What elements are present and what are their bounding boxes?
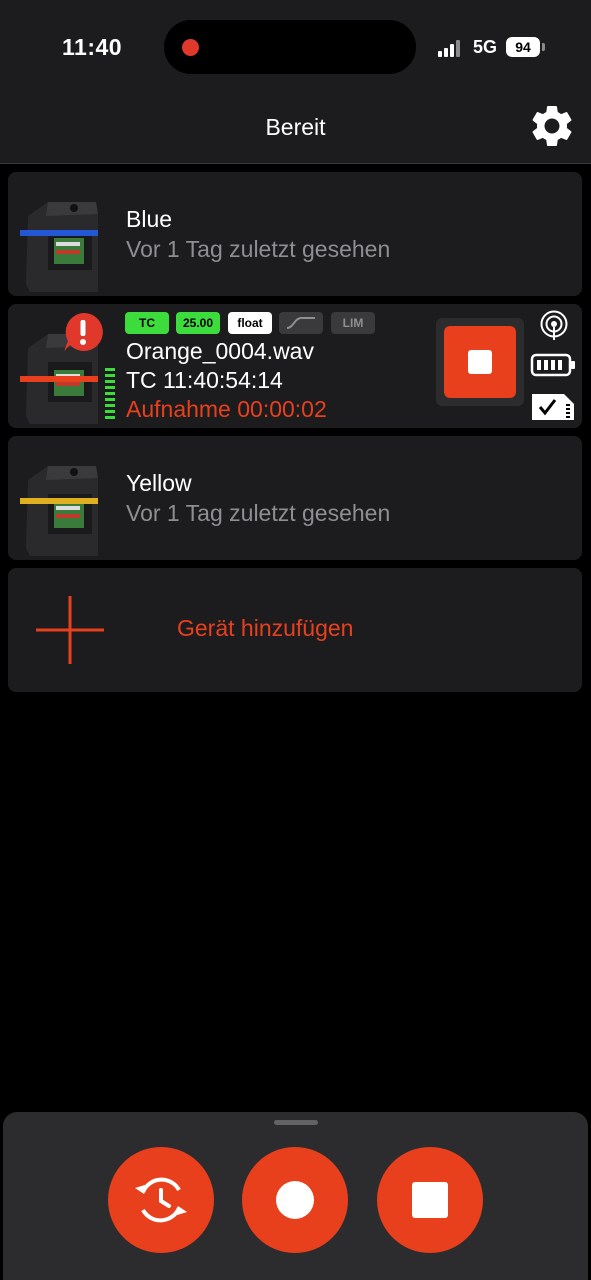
recording-indicator-icon <box>182 39 199 56</box>
battery-tip-icon <box>542 43 545 51</box>
sd-card-ok-icon <box>532 394 574 420</box>
framerate-badge: 25.00 <box>176 312 220 334</box>
float-badge: float <box>228 312 272 334</box>
lowcut-filter-icon <box>286 317 315 329</box>
sync-clock-icon <box>135 1177 187 1223</box>
device-card-orange[interactable]: TC 25.00 float LIM Orange_0004.wav TC 11… <box>8 304 582 428</box>
settings-gear-icon[interactable] <box>527 101 577 151</box>
device-last-seen: Vor 1 Tag zuletzt gesehen <box>126 236 391 262</box>
sheet-grabber-handle[interactable] <box>274 1120 318 1125</box>
network-type: 5G <box>473 37 498 57</box>
status-bar: 11:40 5G 94 <box>0 0 591 96</box>
page-title: Bereit <box>265 114 326 140</box>
dynamic-island <box>164 20 416 74</box>
signal-strength-icon <box>438 39 464 57</box>
battery-full-icon <box>530 353 575 377</box>
app-header: Bereit <box>0 96 591 164</box>
battery-level: 94 <box>506 37 540 57</box>
timecode-badge: TC <box>125 312 169 334</box>
stop-icon <box>468 350 492 374</box>
record-icon <box>276 1181 314 1219</box>
recording-duration: Aufnahme 00:00:02 <box>126 396 327 422</box>
recording-filename: Orange_0004.wav <box>126 338 314 364</box>
device-color-band <box>20 230 98 236</box>
transmitter-device-icon <box>20 466 98 556</box>
add-device-button[interactable]: Gerät hinzufügen <box>8 568 582 692</box>
device-name: Yellow <box>126 470 192 496</box>
device-card-yellow[interactable]: Yellow Vor 1 Tag zuletzt gesehen <box>8 436 582 560</box>
timecode-readout: TC 11:40:54:14 <box>126 367 283 393</box>
transmitter-device-icon <box>20 202 98 292</box>
device-name: Blue <box>126 206 173 232</box>
device-stop-button[interactable] <box>436 318 524 406</box>
lowcut-filter-badge <box>279 312 323 334</box>
stop-icon <box>412 1182 448 1218</box>
sync-button[interactable] <box>108 1147 214 1253</box>
device-last-seen: Vor 1 Tag zuletzt gesehen <box>126 500 391 526</box>
audio-level-meter <box>105 368 115 422</box>
alert-icon[interactable] <box>62 311 104 353</box>
device-card-blue[interactable]: Blue Vor 1 Tag zuletzt gesehen <box>8 172 582 296</box>
add-device-label: Gerät hinzufügen <box>177 615 354 641</box>
stop-all-button[interactable] <box>377 1147 483 1253</box>
device-color-band <box>20 498 98 504</box>
limiter-badge: LIM <box>331 312 375 334</box>
device-color-band <box>20 376 98 382</box>
plus-icon <box>36 596 104 664</box>
wireless-signal-icon <box>540 310 568 340</box>
bottom-control-sheet <box>3 1112 588 1280</box>
record-all-button[interactable] <box>242 1147 348 1253</box>
status-time: 11:40 <box>62 34 123 60</box>
